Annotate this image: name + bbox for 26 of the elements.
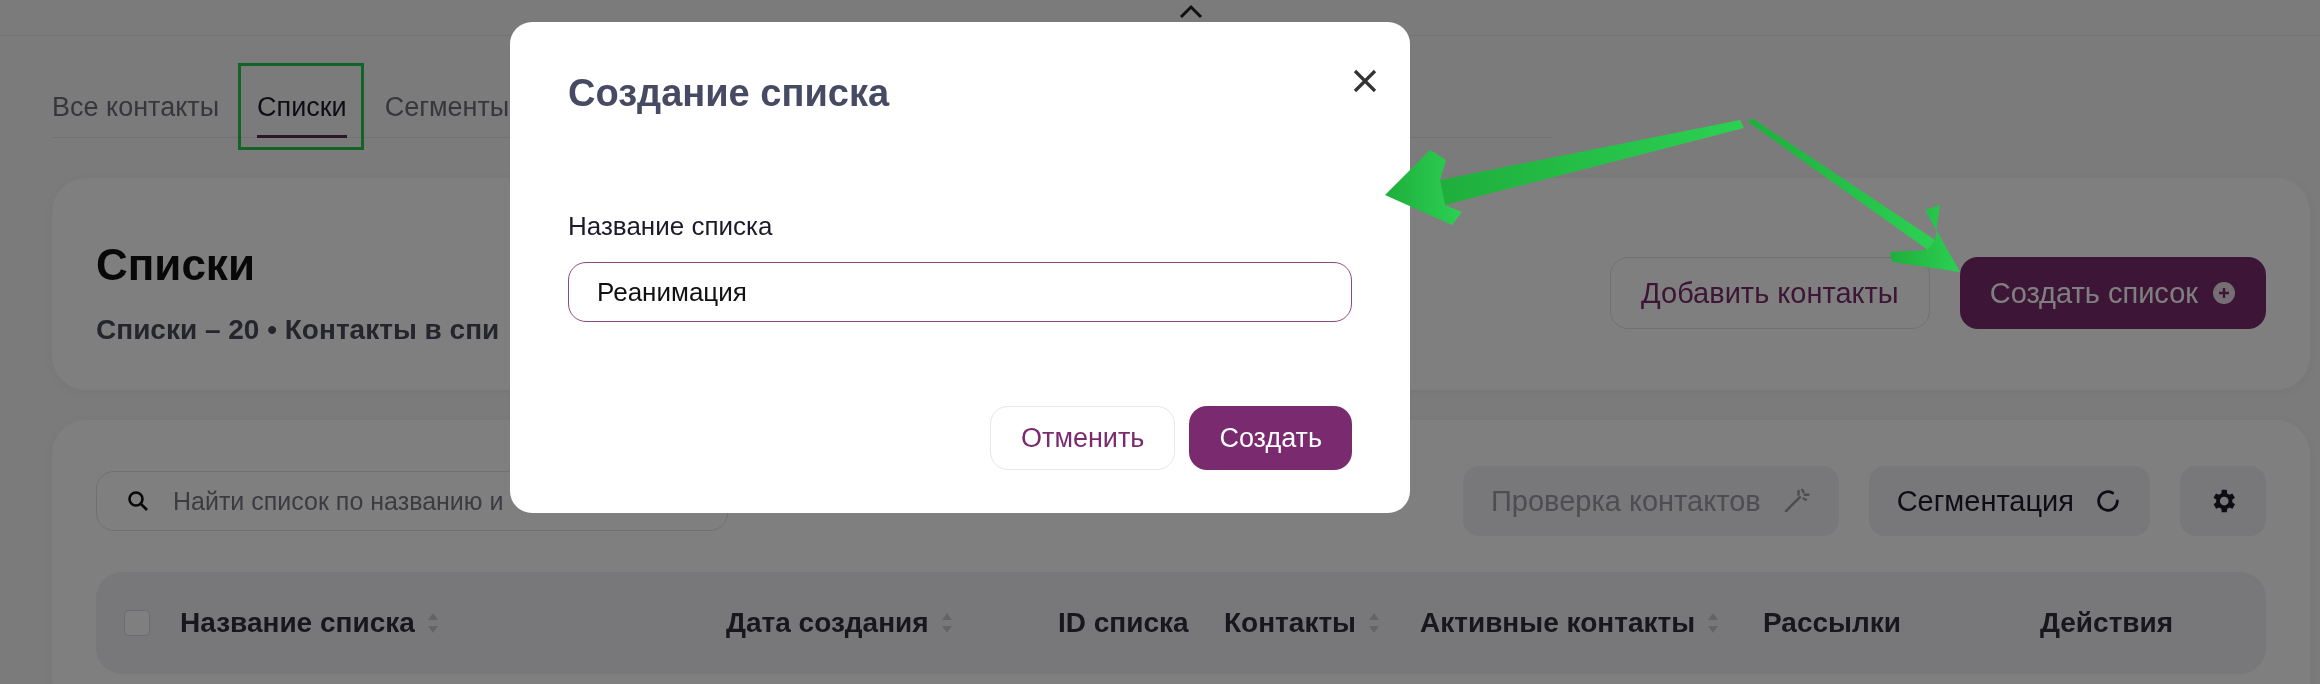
tab[interactable]: Списки: [257, 92, 347, 138]
close-button[interactable]: [1352, 68, 1378, 94]
create-list-button[interactable]: Создать список: [1959, 257, 2266, 329]
create-button[interactable]: Создать: [1189, 406, 1352, 470]
refresh-icon: [2094, 487, 2122, 515]
column-header: Действия: [2040, 607, 2174, 639]
chevron-up-icon: [1178, 4, 1204, 20]
tab[interactable]: Сегменты: [384, 92, 510, 138]
column-header[interactable]: Контакты: [1224, 607, 1381, 639]
plus-circle-icon: [2212, 281, 2236, 305]
list-name-field[interactable]: Реанимация: [568, 262, 1352, 322]
column-header[interactable]: Дата создания: [726, 607, 953, 639]
field-label: Название списка: [568, 211, 774, 242]
column-header: ID списка: [1058, 607, 1189, 639]
column-header[interactable]: Название списка: [180, 607, 439, 639]
add-contacts-button[interactable]: Добавить контакты: [1610, 257, 1930, 329]
dialog-title: Создание списка: [568, 72, 890, 115]
tab[interactable]: Все контакты: [52, 92, 220, 138]
list-summary: Списки – 20 • Контакты в спи: [96, 314, 500, 346]
search-icon: [126, 489, 150, 513]
column-header[interactable]: Активные контакты: [1420, 607, 1720, 639]
page-title: Списки: [96, 240, 256, 290]
column-header: Рассылки: [1763, 607, 1901, 639]
toolbar-button[interactable]: Сегментация: [1868, 466, 2150, 536]
settings-button[interactable]: [2180, 466, 2266, 536]
cancel-button[interactable]: Отменить: [990, 406, 1176, 470]
